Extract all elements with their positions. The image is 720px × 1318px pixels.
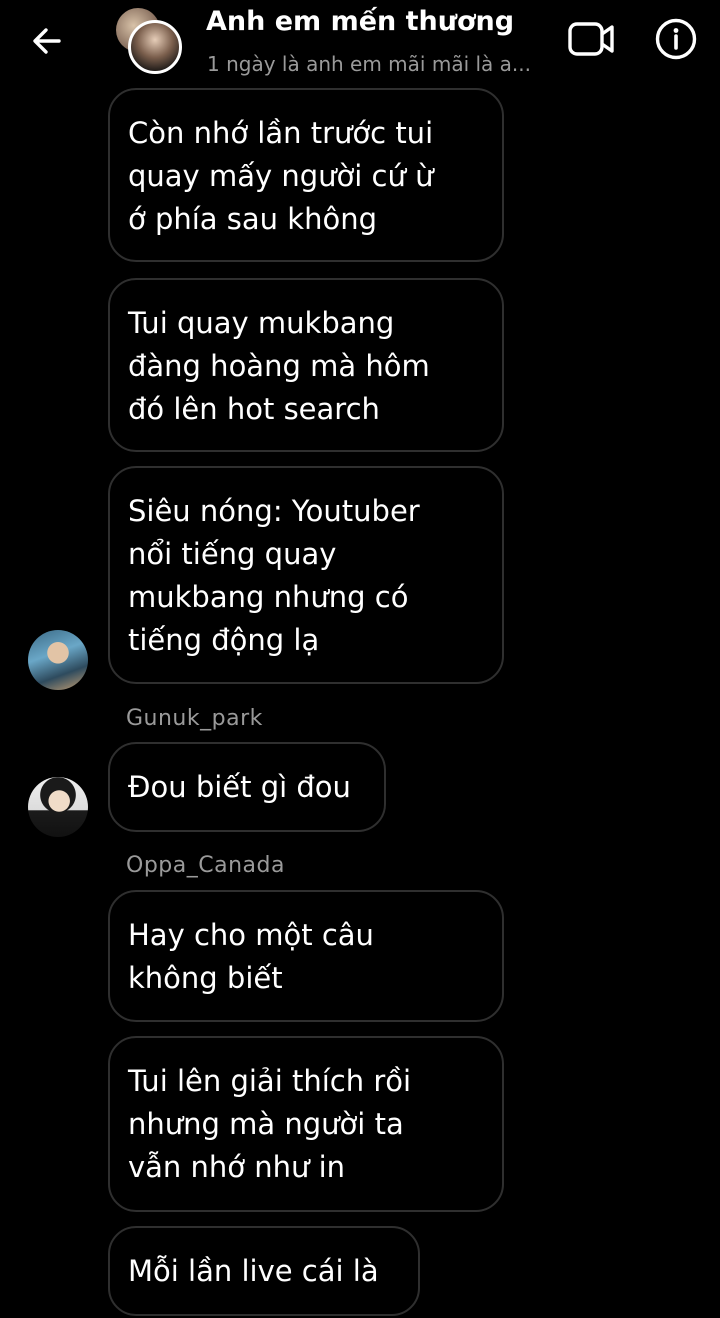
back-button[interactable] xyxy=(26,20,68,62)
sender-name: Gunuk_park xyxy=(126,706,263,731)
info-button[interactable] xyxy=(654,17,698,61)
sender-name: Oppa_Canada xyxy=(126,853,285,878)
message-bubble[interactable]: Hay cho một câu không biết xyxy=(108,890,504,1022)
arrow-left-icon xyxy=(33,28,61,54)
sender-avatar[interactable] xyxy=(28,630,88,690)
video-camera-icon xyxy=(568,22,614,56)
avatar-front xyxy=(128,20,182,74)
group-avatar[interactable] xyxy=(116,8,182,74)
message-bubble[interactable]: Mỗi lần live cái là xyxy=(108,1226,420,1316)
message-bubble[interactable]: Còn nhớ lần trước tui quay mấy người cứ … xyxy=(108,88,504,262)
chat-header: Anh em mến thương 1 ngày là anh em mãi m… xyxy=(0,0,720,84)
message-bubble[interactable]: Đou biết gì đou xyxy=(108,742,386,832)
video-call-button[interactable] xyxy=(566,18,618,60)
chat-title[interactable]: Anh em mến thương xyxy=(206,6,514,37)
message-bubble[interactable]: Siêu nóng: Youtuber nổi tiếng quay mukba… xyxy=(108,466,504,684)
info-icon xyxy=(655,18,697,60)
message-bubble[interactable]: Tui quay mukbang đàng hoàng mà hôm đó lê… xyxy=(108,278,504,452)
sender-avatar[interactable] xyxy=(28,777,88,837)
message-bubble[interactable]: Tui lên giải thích rồi nhưng mà người ta… xyxy=(108,1036,504,1212)
chat-subtitle[interactable]: 1 ngày là anh em mãi mãi là a... xyxy=(207,52,531,76)
